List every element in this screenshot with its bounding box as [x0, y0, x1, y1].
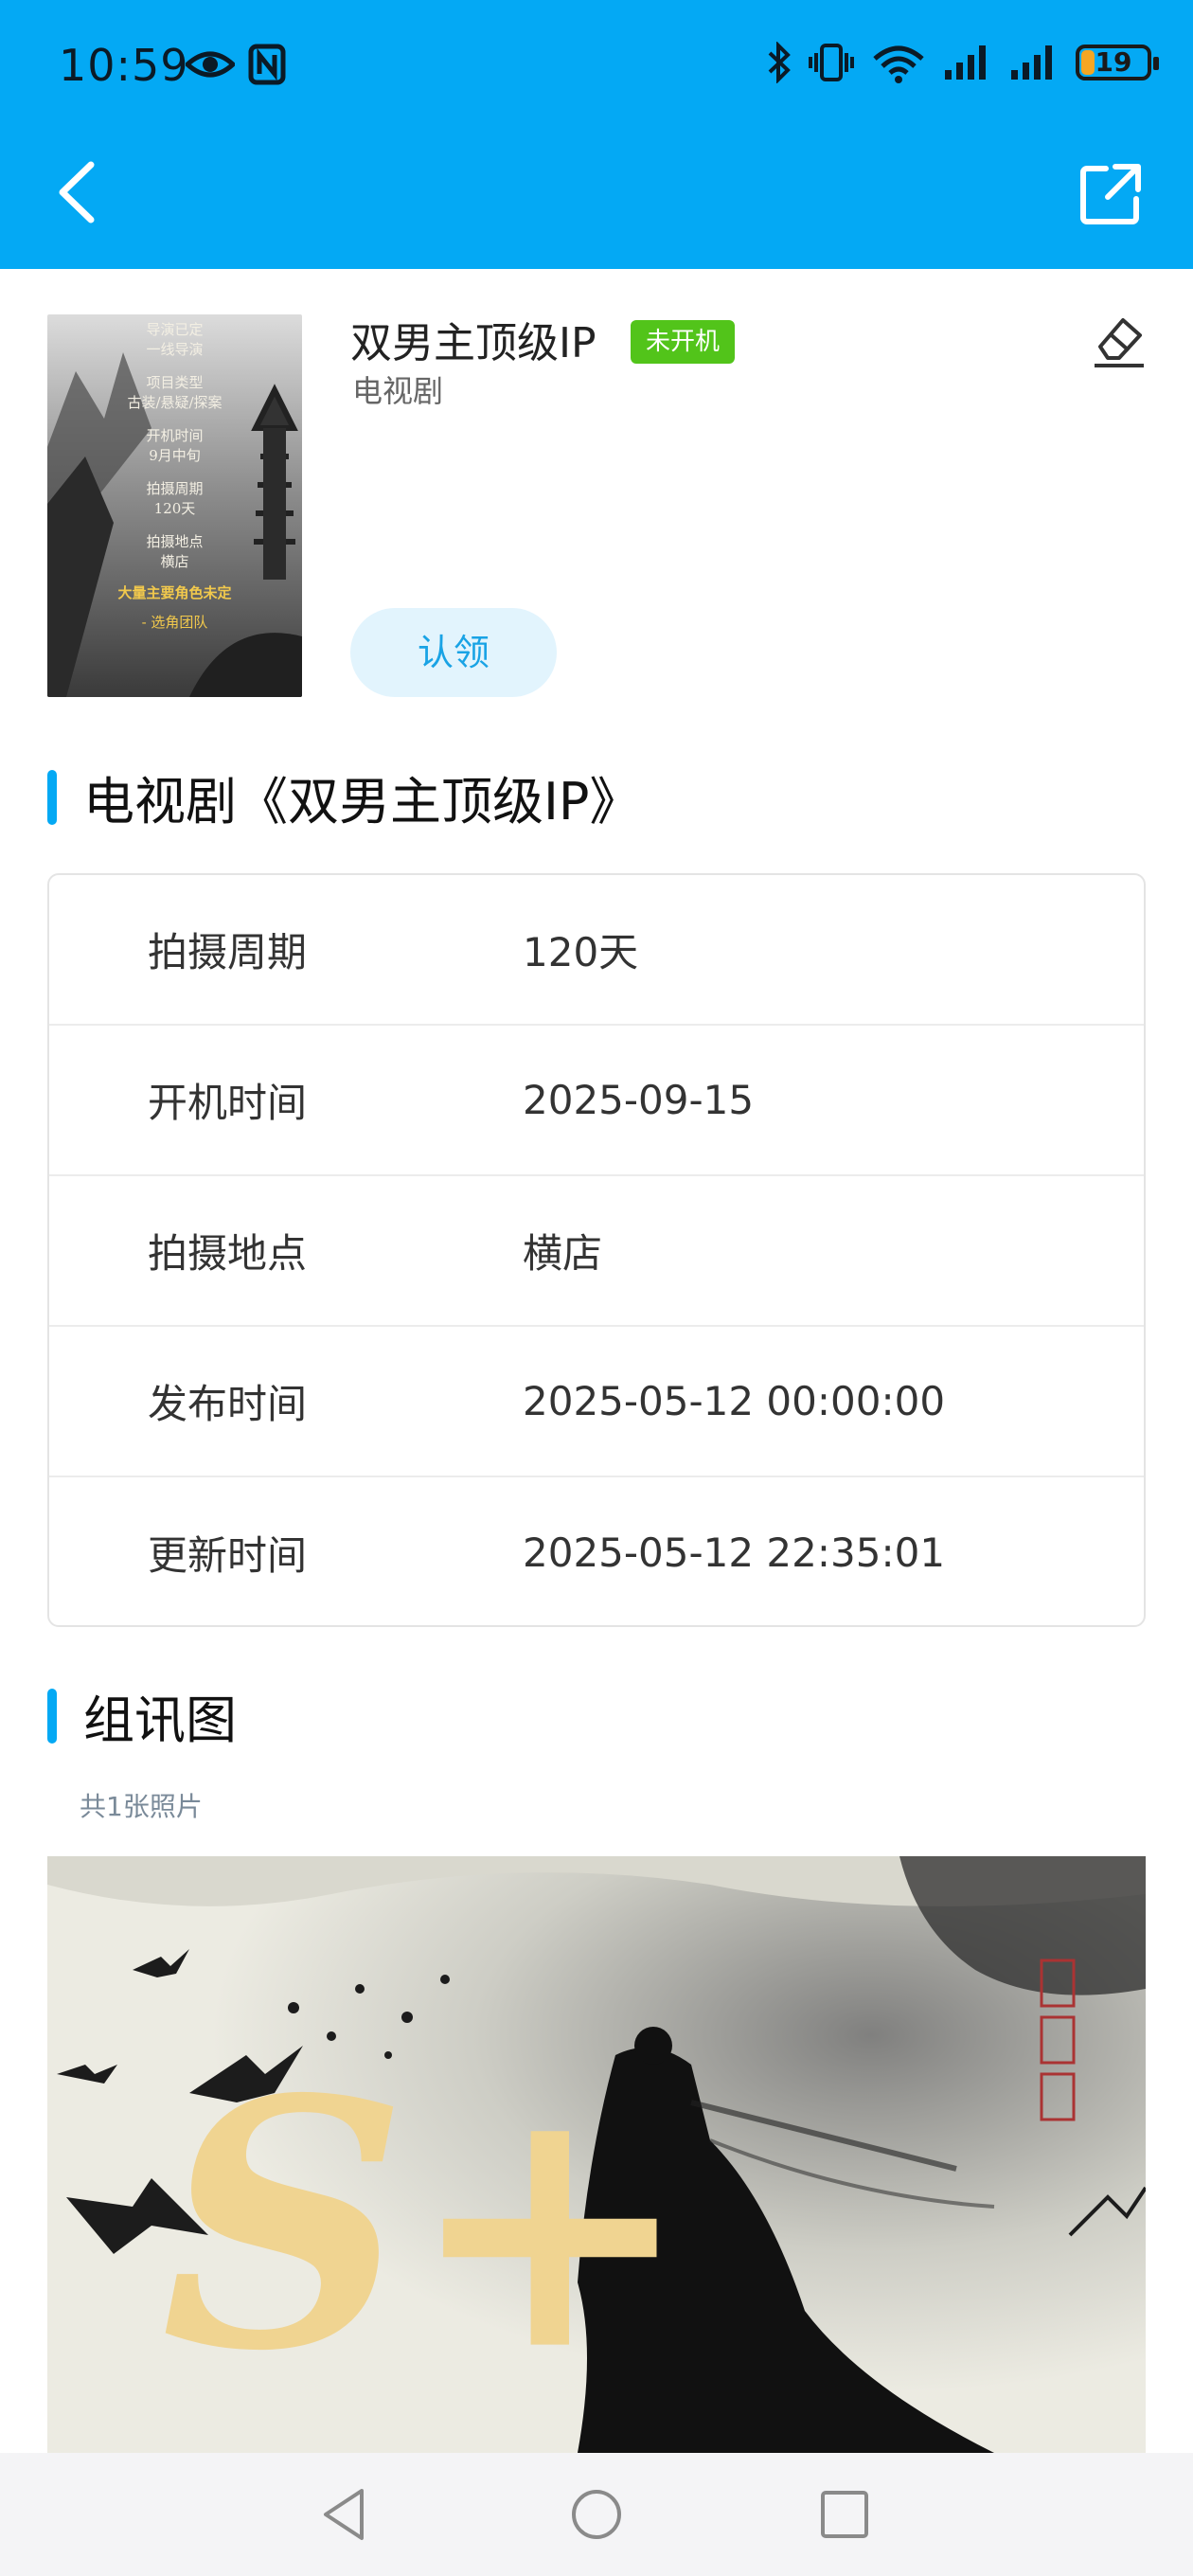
poster-line: 开机时间: [146, 427, 204, 444]
eye-icon: [186, 51, 235, 78]
nav-recents-icon[interactable]: [811, 2481, 878, 2548]
info-row-published: 发布时间 2025-05-12 00:00:00: [49, 1327, 1144, 1477]
status-icons: 19: [767, 42, 1159, 83]
casting-photo[interactable]: S+: [47, 1856, 1146, 2453]
poster-line: 横店: [160, 553, 189, 570]
info-label: 更新时间: [148, 1532, 308, 1579]
info-section-heading: 电视剧《双男主顶级IP》: [47, 760, 641, 834]
poster-line: - 选角团队: [141, 614, 208, 631]
section-accent-bar: [47, 1688, 57, 1744]
poster-line: 古装/悬疑/探案: [127, 394, 223, 411]
info-label: 开机时间: [148, 1080, 308, 1126]
poster-line: 拍摄地点: [146, 533, 204, 550]
poster-highlight: 大量主要角色未定: [117, 584, 232, 601]
info-value: 2025-09-15: [523, 1077, 755, 1123]
status-time: 10:59: [59, 40, 189, 91]
photos-section-heading: 组讯图: [47, 1678, 237, 1753]
wifi-icon: [873, 45, 924, 83]
info-row-start-date: 开机时间 2025-09-15: [49, 1026, 1144, 1176]
poster-line: 项目类型: [146, 374, 204, 391]
info-value: 120天: [523, 929, 639, 975]
system-navigation-bar: [0, 2453, 1193, 2576]
bluetooth-icon: [768, 42, 791, 83]
info-heading-text: 电视剧《双男主顶级IP》: [83, 772, 641, 832]
battery-percent: 19: [1095, 46, 1132, 78]
info-table: 拍摄周期 120天 开机时间 2025-09-15 拍摄地点 横店 发布时间 2…: [47, 873, 1146, 1627]
nav-back-icon[interactable]: [312, 2481, 379, 2548]
claim-button[interactable]: 认领: [350, 608, 557, 697]
nfc-icon: [248, 44, 286, 85]
poster-line: 一线导演: [146, 341, 204, 358]
project-title: 双男主顶级IP: [350, 319, 596, 367]
info-row-location: 拍摄地点 横店: [49, 1176, 1144, 1327]
info-label: 拍摄周期: [148, 929, 308, 975]
section-accent-bar: [47, 769, 57, 825]
info-value: 横店: [523, 1230, 603, 1277]
info-value: 2025-05-12 00:00:00: [523, 1378, 946, 1424]
top-app-bar: 10:59 19: [0, 0, 1193, 269]
poster-line: 导演已定: [146, 321, 204, 338]
poster-line: 120天: [153, 500, 196, 517]
battery-icon: 19: [1076, 45, 1159, 80]
photo-count: 共1张照片: [80, 1791, 203, 1822]
info-value: 2025-05-12 22:35:01: [523, 1530, 946, 1576]
signal-icon: [945, 45, 986, 80]
eraser-icon[interactable]: [1091, 313, 1148, 369]
info-label: 拍摄地点: [148, 1230, 308, 1277]
back-button[interactable]: [49, 159, 106, 225]
signal-icon: [1011, 45, 1052, 80]
photos-heading-text: 组讯图: [83, 1690, 237, 1750]
project-poster[interactable]: 导演已定 一线导演 项目类型 古装/悬疑/探案 开机时间 9月中旬 拍摄周期 1…: [47, 314, 302, 697]
photo-title-text: S+: [161, 2025, 693, 2425]
poster-line: 9月中旬: [149, 447, 201, 464]
info-label: 发布时间: [148, 1381, 308, 1427]
nav-home-icon[interactable]: [563, 2481, 630, 2548]
status-badge: 未开机: [631, 320, 736, 364]
project-type: 电视剧: [352, 373, 444, 409]
share-button[interactable]: [1077, 161, 1144, 227]
poster-line: 拍摄周期: [146, 480, 204, 497]
info-row-updated: 更新时间 2025-05-12 22:35:01: [49, 1477, 1144, 1625]
info-row-shooting-period: 拍摄周期 120天: [49, 875, 1144, 1026]
vibrate-icon: [809, 44, 854, 81]
